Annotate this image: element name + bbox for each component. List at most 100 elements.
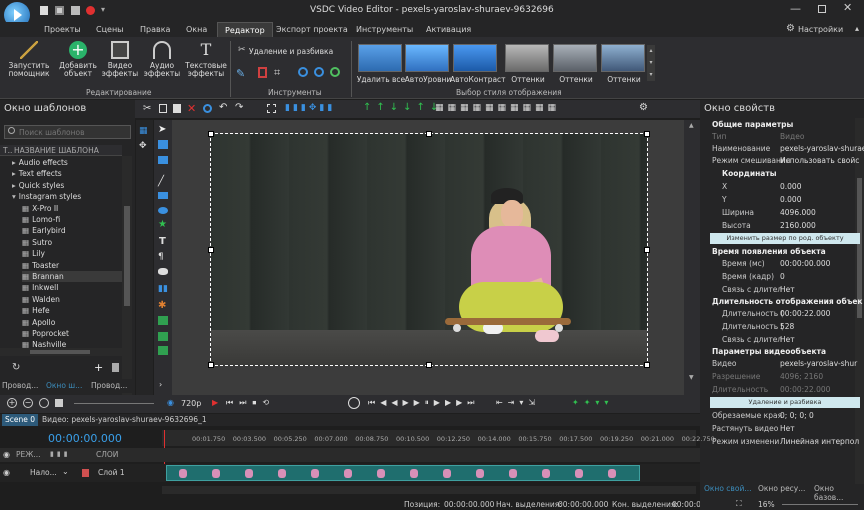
section-duration[interactable]: Длительность отображения объек [700, 296, 864, 308]
launch-wizard-button[interactable]: Запустить помощник [4, 41, 54, 78]
preview-settings-icon[interactable]: ⚙ [639, 102, 648, 113]
chart-icon[interactable]: ▮▮ [158, 284, 168, 294]
zoom-slider[interactable] [782, 504, 858, 505]
ellipse-icon[interactable] [158, 207, 168, 214]
menu-projects[interactable]: Проекты [44, 22, 81, 37]
hscrollbar[interactable] [0, 348, 122, 356]
qa-new-icon[interactable] [40, 6, 48, 15]
close-button[interactable]: ✕ [843, 1, 852, 14]
qa-record-icon[interactable] [86, 6, 95, 15]
scene-tab[interactable]: Scene 0 [2, 414, 39, 426]
stop-icon[interactable] [55, 399, 63, 407]
eye-icon[interactable]: ◉ [3, 450, 10, 459]
prop-name[interactable]: Наименование pexels-yaroslav-shurae [700, 143, 864, 155]
settings-label[interactable]: Настройки [798, 22, 843, 37]
resize-handle[interactable] [644, 362, 650, 368]
speed-tool-icon[interactable] [314, 67, 324, 77]
video-icon[interactable] [158, 346, 168, 355]
prop-value[interactable]: 2160.000 [780, 220, 816, 232]
line-icon[interactable]: ╱ [158, 176, 164, 187]
pointer-icon[interactable]: ➤ [158, 124, 166, 135]
resize-handle[interactable] [208, 131, 214, 137]
minimize-button[interactable]: — [790, 2, 801, 15]
menu-windows[interactable]: Окна [186, 22, 207, 37]
menu-scenes[interactable]: Сцены [96, 22, 124, 37]
audio-icon[interactable] [158, 332, 168, 341]
trim-tool-icon[interactable] [258, 67, 267, 78]
style-autolevels-thumb[interactable]: АвтоУровни [405, 44, 451, 84]
refresh-icon[interactable]: ↻ [12, 362, 20, 373]
timeline-hscroll[interactable] [162, 486, 696, 494]
col-t[interactable]: Т.. [3, 145, 12, 156]
track-row[interactable]: ◉ Нало... ⌄ Слой 1 [0, 464, 700, 482]
section-coords[interactable]: Координаты [700, 168, 864, 180]
transport-icons[interactable]: ⏮⏭⏹⟲ [226, 398, 275, 408]
add-object-button[interactable]: + Добавить объект [58, 41, 98, 78]
template-item[interactable]: ▦ Brannan [22, 271, 122, 282]
template-item[interactable]: ▦ Hefe [22, 305, 50, 316]
style-tint-thumb[interactable]: Оттенки [505, 44, 549, 84]
tab-properties[interactable]: Окно свой... [704, 484, 751, 493]
settings-gear-icon[interactable]: ⚙ [786, 23, 795, 34]
prop-crop[interactable]: Обрезаемые края 0; 0; 0; 0 [700, 410, 864, 422]
menu-editor[interactable]: Редактор [217, 22, 273, 37]
menu-activation[interactable]: Активация [426, 22, 471, 37]
video-effects-button[interactable]: Видео эффекты [100, 41, 140, 78]
resize-handle[interactable] [208, 362, 214, 368]
selection-frame[interactable] [210, 133, 648, 366]
template-item[interactable]: ▾ Instagram styles [12, 191, 81, 202]
playback-icons[interactable]: ⏮◀◀▶▶⏸▶▶▶⏭ [368, 398, 479, 408]
prop-value[interactable]: pexels-yaroslav-shurae [780, 143, 864, 155]
resize-handle[interactable] [644, 247, 650, 253]
audio-effects-button[interactable]: Аудио эффекты [142, 41, 182, 78]
prop-value[interactable]: 0.000 [780, 194, 801, 206]
prop-value[interactable]: pexels-yaroslav-shur [780, 358, 857, 370]
clock-icon[interactable] [348, 397, 360, 409]
qa-export-icon[interactable] [71, 6, 80, 15]
copy-icon[interactable] [159, 104, 167, 113]
paste-icon[interactable] [173, 104, 181, 113]
prop-duration-frames[interactable]: Длительность (528 [700, 321, 864, 333]
template-item[interactable]: ▦ Lomo-fi [22, 214, 60, 225]
subtitle-icon[interactable]: ¶ [158, 252, 164, 262]
prop-link-1[interactable]: Связь с длител Нет [700, 284, 864, 296]
marker-icons[interactable]: ⇤⇥▾⇲ [496, 398, 540, 407]
template-item[interactable]: ▦ Toaster [22, 260, 59, 271]
prop-value[interactable]: 0.000 [780, 181, 801, 193]
trash-icon[interactable] [112, 363, 119, 372]
time-ruler[interactable]: 00:01.750 00:03.500 00:05.250 00:07.000 00:0… [162, 430, 715, 482]
style-tint-thumb[interactable]: Оттенки [553, 44, 597, 84]
resize-handle[interactable] [208, 247, 214, 253]
tab-conductor-2[interactable]: Провод... [91, 381, 127, 390]
prop-value[interactable]: 00:00:22.000 [780, 308, 830, 320]
text-icon[interactable]: T [159, 236, 166, 247]
prop-value[interactable]: Использовать свойс [780, 155, 859, 167]
mini-chart-icon[interactable]: ▦ [139, 126, 148, 136]
prop-x[interactable]: X 0.000 [700, 181, 864, 193]
prop-mode[interactable]: Режим изменени Линейная интерпол [700, 436, 864, 448]
current-time[interactable]: 00:00:00.000 [48, 432, 122, 445]
prop-value[interactable]: Нет [780, 284, 795, 296]
effect-icons[interactable]: ✦✦▾▾ [572, 398, 613, 407]
prop-width[interactable]: Ширина 4096.000 [700, 207, 864, 219]
section-video-params[interactable]: Параметры видеообъекта [700, 346, 864, 358]
scrollbar[interactable] [122, 156, 132, 404]
grid-icon[interactable] [267, 104, 276, 113]
record-circle-icon[interactable] [203, 104, 212, 113]
delete-split-prop-button[interactable]: Удаление и разбивка [710, 397, 860, 408]
tab-conductor-1[interactable]: Провод... [2, 381, 38, 390]
styles-scroll-button[interactable]: ▴ ▾ ▾ [647, 45, 655, 81]
zoom-in-icon[interactable]: + [7, 398, 17, 408]
scroll-up-icon[interactable]: ▲ [689, 122, 694, 129]
style-remove-all-thumb[interactable]: Удалить все [357, 44, 405, 84]
prop-value[interactable]: 00:00:00.000 [780, 258, 830, 270]
template-item[interactable]: ▸ Audio effects [12, 157, 68, 168]
timeline-breadcrumb[interactable]: Видео: pexels-yaroslav-shuraev-9632696_1 [42, 414, 207, 426]
resize-handle[interactable] [426, 131, 432, 137]
zoom-value[interactable]: 16% [758, 500, 775, 509]
mini-move-icon[interactable]: ✥ [139, 141, 147, 151]
prop-value[interactable]: Линейная интерпол [780, 436, 859, 448]
prop-value[interactable]: 0 [780, 271, 785, 283]
prop-value[interactable]: 0; 0; 0; 0 [780, 410, 814, 422]
canvas-vscroll[interactable]: ▲ ▼ [684, 120, 700, 395]
